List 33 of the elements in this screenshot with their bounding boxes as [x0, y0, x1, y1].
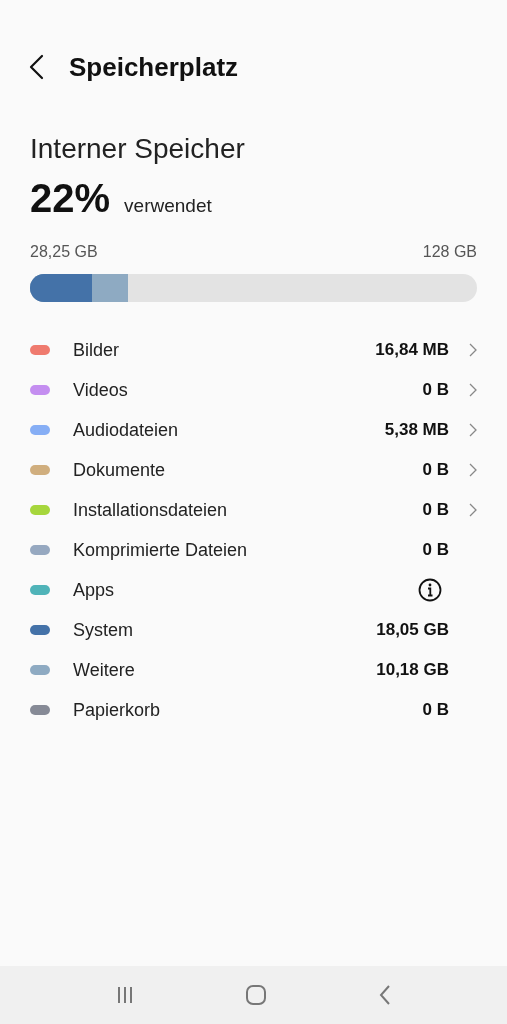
chevron-icon: [469, 463, 477, 477]
category-size: 16,84 MB: [375, 339, 449, 362]
category-name[interactable]: Audiodateien: [73, 416, 385, 444]
category-name: Papierkorb: [73, 698, 162, 722]
category-size: 5,38 MB: [384, 419, 449, 442]
category-size: 0 B: [422, 379, 449, 402]
storage-title: Interner Speicher: [30, 133, 245, 164]
category-name: System: [73, 618, 134, 642]
chevron-icon: [469, 423, 477, 437]
category-size: 0 B: [422, 539, 449, 562]
category-name: Weitere: [73, 658, 136, 682]
usage-label: verwendet: [124, 194, 212, 218]
category-name[interactable]: Bilder: [73, 336, 376, 364]
chevron-icon: [469, 343, 477, 357]
chevron-icon: [469, 383, 477, 397]
back-icon[interactable]: [28, 54, 46, 80]
category-size: 0 B: [422, 459, 449, 482]
category-name[interactable]: Installationsdateien: [73, 496, 423, 524]
chevron-icon: [469, 503, 477, 517]
category-size: 0 B: [422, 499, 449, 522]
usage-percent: 22%: [30, 175, 111, 222]
category-name[interactable]: Dokumente: [73, 456, 423, 484]
category-name: Komprimierte Dateien: [73, 538, 249, 562]
category-size: 10,18 GB: [376, 659, 449, 682]
info-icon[interactable]: [418, 578, 442, 602]
home-icon[interactable]: [245, 984, 268, 1006]
used-amount: 28,25 GB: [30, 242, 98, 262]
category-name[interactable]: Videos: [73, 376, 423, 404]
category-name: Apps: [73, 578, 116, 602]
total-amount: 128 GB: [422, 242, 477, 262]
category-size: 0 B: [422, 699, 449, 722]
page-title: Speicherplatz: [69, 50, 239, 84]
category-size: 18,05 GB: [376, 619, 449, 642]
